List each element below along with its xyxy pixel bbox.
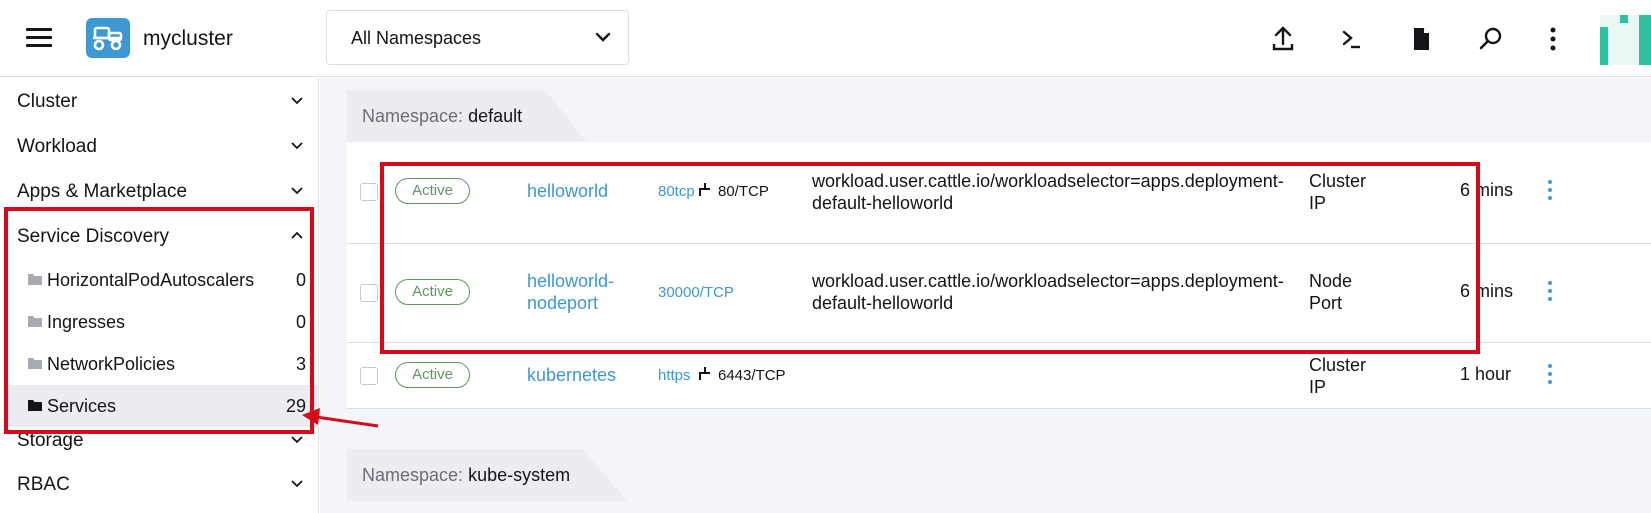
service-name-line: kubernetes (527, 365, 617, 385)
port-link[interactable]: https (658, 367, 691, 384)
service-name-line: helloworld- (527, 271, 615, 291)
service-type-line: Cluster (1309, 171, 1367, 191)
chevron-down-icon (291, 187, 303, 195)
sidebar-group-label: RBAC (17, 474, 70, 495)
hamburger-menu-icon[interactable] (26, 28, 52, 48)
sidebar-group-rbac[interactable]: RBAC (4, 465, 319, 505)
chevron-down-icon (291, 97, 303, 105)
sidebar-item-horizontalpodautoscalers[interactable]: HorizontalPodAutoscalers 0 (4, 259, 319, 301)
file-icon[interactable] (1406, 24, 1436, 54)
table-row: Active kubernetes https 6443/TCP Cluster… (347, 343, 1651, 409)
group-key: Namespace: (362, 106, 464, 126)
row-checkbox[interactable] (360, 284, 378, 302)
cluster-name: mycluster (143, 27, 233, 50)
row-actions-icon[interactable] (1544, 364, 1556, 388)
port-link[interactable]: 30000/TCP (658, 284, 734, 301)
port-map-icon (699, 183, 710, 196)
selector-value: workload.user.cattle.io/workloadselector… (812, 170, 1284, 214)
port-text: 6443/TCP (718, 367, 786, 384)
table-row: Active helloworld- nodeport 30000/TCP wo… (347, 244, 1651, 343)
sidebar-group-label: Cluster (17, 91, 78, 112)
selector-line: default-helloworld (812, 293, 954, 313)
chevron-down-icon (291, 436, 303, 444)
sidebar-item-label: Services (47, 396, 117, 416)
namespace-filter-value: All Namespaces (351, 28, 482, 48)
sidebar-item-label: NetworkPolicies (47, 354, 176, 374)
status-badge: Active (395, 178, 470, 204)
sidebar-group-storage[interactable]: Storage (4, 421, 319, 461)
group-namespace: kube-system (468, 465, 571, 485)
sidebar-group-apps-marketplace[interactable]: Apps & Marketplace (4, 172, 319, 212)
group-key: Namespace: (362, 465, 464, 485)
sidebar-item-count: 3 (295, 354, 306, 374)
sidebar-group-label: Service Discovery (17, 226, 170, 247)
service-name-link[interactable]: helloworld (527, 180, 608, 202)
sidebar-item-count: 0 (295, 312, 306, 332)
age-value: 6 mins (1460, 180, 1514, 200)
sidebar-item-networkpolicies[interactable]: NetworkPolicies 3 (4, 343, 319, 385)
service-name-line: nodeport (527, 293, 599, 313)
chevron-down-icon (291, 480, 303, 488)
top-header: mycluster All Namespaces (0, 0, 1651, 77)
status-badge: Active (395, 279, 470, 305)
selector-line: workload.user.cattle.io/workloadselector… (812, 171, 1284, 191)
service-name-line: helloworld (527, 181, 609, 201)
sidebar-item-count: 29 (285, 396, 306, 416)
sidebar-item-label: HorizontalPodAutoscalers (47, 270, 255, 290)
table-row: Active helloworld 80tcp 80/TCP workload.… (347, 142, 1651, 244)
sidebar-group-label: Workload (17, 136, 97, 157)
sidebar-group-cluster[interactable]: Cluster (4, 82, 319, 122)
row-checkbox[interactable] (360, 183, 378, 201)
more-vertical-icon[interactable] (1538, 24, 1568, 54)
service-type-line: IP (1309, 193, 1327, 213)
port-link[interactable]: 80tcp (658, 183, 695, 200)
folder-icon (28, 316, 42, 327)
status-badge: Active (395, 362, 470, 388)
service-type: Cluster IP (1309, 354, 1366, 398)
services-list: Namespace: default Active helloworld 80t… (320, 78, 1651, 513)
age-value: 1 hour (1460, 364, 1512, 384)
service-type: Cluster IP (1309, 170, 1366, 214)
sidebar-item-count: 0 (295, 270, 306, 290)
service-type-line: IP (1309, 377, 1327, 397)
chevron-down-icon (595, 32, 611, 42)
brand-logo-icon (1600, 15, 1651, 65)
service-type-line: Port (1309, 293, 1343, 313)
group-namespace: default (468, 106, 523, 126)
service-type-line: Cluster (1309, 355, 1367, 375)
selector-value: workload.user.cattle.io/workloadselector… (812, 270, 1284, 314)
cluster-logo-icon (86, 18, 130, 58)
selector-line: workload.user.cattle.io/workloadselector… (812, 271, 1284, 291)
upload-icon[interactable] (1268, 24, 1298, 54)
port-text: 80/TCP (718, 183, 769, 200)
sidebar-group-service-discovery[interactable]: Service Discovery (4, 217, 319, 257)
port-map-icon (699, 367, 710, 380)
service-name-link[interactable]: kubernetes (527, 364, 616, 386)
terminal-icon[interactable] (1337, 24, 1367, 54)
folder-open-icon (28, 400, 42, 411)
namespace-filter-select[interactable]: All Namespaces (326, 10, 629, 65)
sidebar: Cluster Workload Apps & Marketplace Serv… (4, 78, 319, 513)
service-type-line: Node (1309, 271, 1353, 291)
service-type: Node Port (1309, 270, 1352, 314)
service-name-link[interactable]: helloworld- nodeport (527, 270, 614, 314)
sidebar-item-ingresses[interactable]: Ingresses 0 (4, 301, 319, 343)
search-icon[interactable] (1476, 24, 1506, 54)
sidebar-group-workload[interactable]: Workload (4, 127, 319, 167)
chevron-up-icon (291, 231, 303, 239)
age-value: 6 mins (1460, 281, 1514, 301)
folder-icon (28, 358, 42, 369)
sidebar-item-label: Ingresses (47, 312, 126, 332)
chevron-down-icon (291, 142, 303, 150)
row-checkbox[interactable] (360, 367, 378, 385)
row-actions-icon[interactable] (1544, 281, 1556, 305)
sidebar-group-label: Storage (17, 430, 84, 451)
sidebar-group-label: Apps & Marketplace (17, 181, 188, 202)
selector-line: default-helloworld (812, 193, 954, 213)
row-actions-icon[interactable] (1544, 180, 1556, 204)
folder-icon (28, 274, 42, 285)
